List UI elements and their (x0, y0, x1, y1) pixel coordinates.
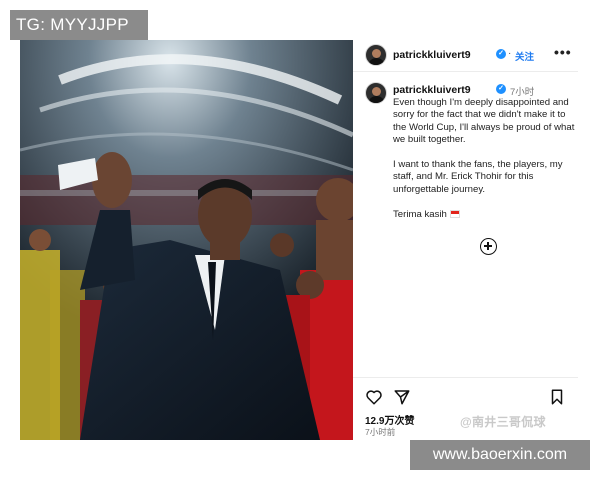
tg-watermark-text: TG: MYYJJPP (16, 15, 129, 34)
header-separator: · (508, 48, 512, 59)
follow-button[interactable]: 关注 (515, 49, 534, 63)
caption-text: Even though I'm deeply disappointed and … (393, 97, 575, 233)
instagram-post-card: patrickkluivert9 ✓ · 关注 ••• patrickkluiv… (20, 40, 578, 440)
header-username[interactable]: patrickkluivert9 (393, 49, 471, 61)
verified-badge-icon: ✓ (496, 84, 506, 94)
caption-paragraph: I want to thank the fans, the players, m… (393, 159, 563, 195)
profile-avatar[interactable] (365, 44, 387, 66)
heart-icon[interactable] (365, 388, 383, 406)
post-action-bar: 12.9万次赞 7小时前 @南井三哥侃球 (353, 377, 578, 440)
post-sidebar: patrickkluivert9 ✓ · 关注 ••• patrickkluiv… (353, 40, 578, 440)
caption-avatar[interactable] (365, 82, 387, 104)
bookmark-icon[interactable] (548, 388, 566, 406)
indonesia-flag-icon (449, 209, 460, 218)
caption-paragraph: Even though I'm deeply disappointed and … (393, 97, 575, 146)
tg-watermark-banner: TG: MYYJJPP (10, 10, 148, 40)
stadium-photo-illustration (20, 40, 353, 440)
post-photo[interactable] (20, 40, 353, 440)
post-timestamp: 7小时前 (365, 427, 396, 437)
verified-badge-icon: ✓ (496, 49, 506, 59)
caption-paragraph-closing: Terima kasih (393, 209, 575, 221)
more-options-icon[interactable]: ••• (554, 44, 572, 60)
caption-username[interactable]: patrickkluivert9 (393, 84, 471, 96)
source-watermark: @南井三哥侃球 (460, 415, 546, 429)
site-watermark-banner: www.baoerxin.com (410, 440, 590, 470)
caption-closing-text: Terima kasih (393, 208, 447, 220)
plus-circle-icon[interactable] (480, 238, 497, 255)
site-watermark-text: www.baoerxin.com (432, 446, 568, 463)
like-count[interactable]: 12.9万次赞 (365, 412, 414, 427)
post-header: patrickkluivert9 ✓ · 关注 ••• (353, 40, 578, 72)
send-icon[interactable] (393, 388, 411, 406)
caption-time: 7小时 (510, 87, 535, 98)
